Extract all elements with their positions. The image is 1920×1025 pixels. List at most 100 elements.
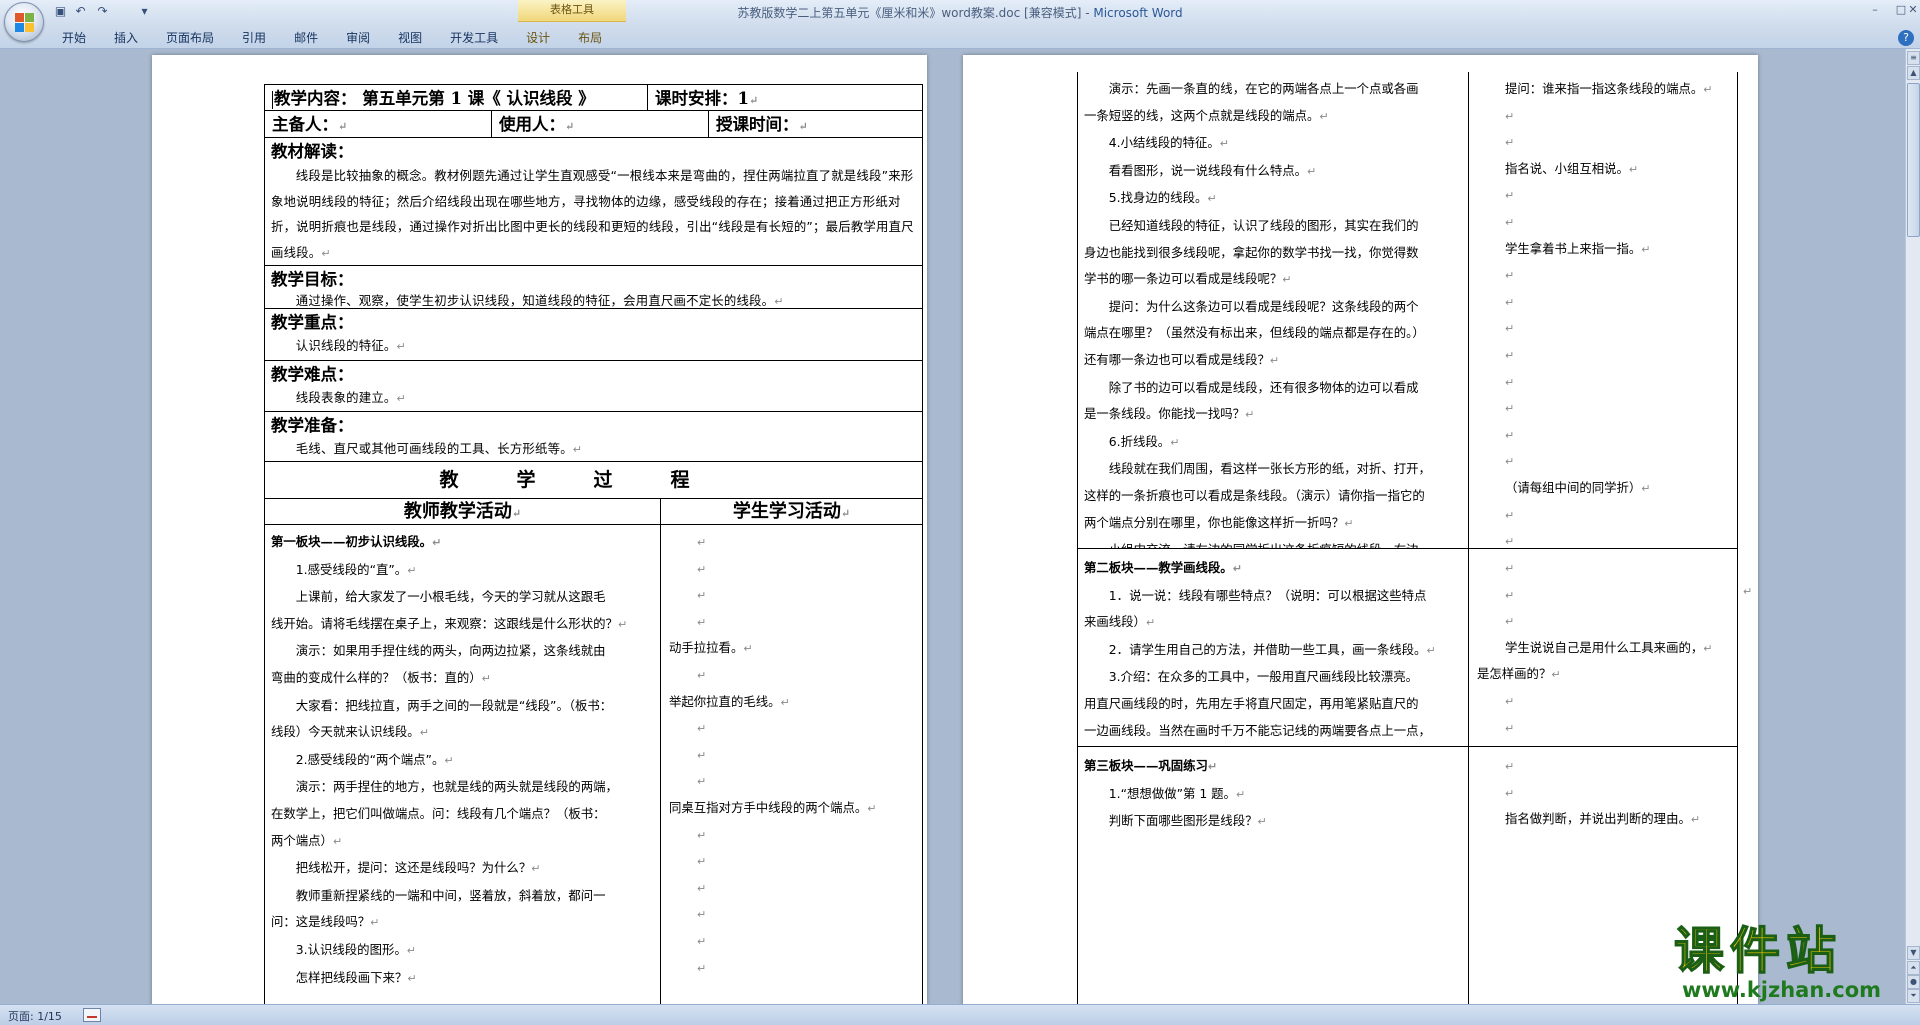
teacher-activity-line: 1.感受线段的“直”。↵ <box>295 561 417 577</box>
block3-teacher-cell[interactable]: 第三板块——巩固练习↵ 1.“想想做做”第 1 题。↵ 判断下面哪些图形是线段？↵ <box>1077 746 1469 1004</box>
student-activity-line: ↵ <box>1505 322 1515 336</box>
teacher-activity-line: 来画线段）↵ <box>1084 614 1156 630</box>
student-activity-line: ↵ <box>1505 562 1515 575</box>
student-activity-line: 是怎样画的？↵ <box>1477 666 1561 682</box>
teaching-process-title[interactable]: 教学过程 <box>264 461 923 499</box>
student-activity-line: ↵ <box>1505 615 1515 629</box>
block2-student-cell[interactable]: ↵↵↵学生说说自己是用什么工具来画的，↵是怎样画的？↵↵↵↵ <box>1468 548 1738 747</box>
teacher-activity-line: 提问：为什么这条边可以看成是线段呢？这条线段的两个 <box>1108 298 1419 314</box>
teacher-activities-cell[interactable]: 第一板块——初步认识线段。↵ 1.感受线段的“直”。↵ 上课前，给大家发了一小根毛线… <box>264 524 661 1004</box>
student-activity-line: ↵ <box>1505 760 1515 773</box>
teaching-time-cell[interactable]: 授课时间：↵ <box>708 110 923 138</box>
goal-section[interactable]: 教学目标： 通过操作、观察，使学生初步认识线段，知道线段的特征，会用直尺画不定长… <box>264 265 923 309</box>
student-activity-line: ↵ <box>1505 348 1515 362</box>
scroll-down-arrow-icon[interactable]: ▼ <box>1907 946 1920 960</box>
watermark-title: 课件站 <box>1673 921 1842 981</box>
proofing-status-icon[interactable] <box>83 1008 101 1022</box>
textbook-title: 教材解读： <box>271 142 354 161</box>
student-activity-line: 学生说说自己是用什么工具来画的，↵ <box>1505 639 1713 655</box>
preparer-cell[interactable]: 主备人：↵ <box>264 110 492 138</box>
student-activity-line: ↵ <box>697 748 707 762</box>
student-activity-line: ↵ <box>1505 402 1515 416</box>
ruler-toggle-icon[interactable]: ≡ <box>1907 51 1920 65</box>
schedule-cell[interactable]: 课时安排：1↵ <box>647 84 923 111</box>
preparation-section[interactable]: 教学准备： 毛线、直尺或其他可画线段的工具、长方形纸等。↵ <box>264 411 923 462</box>
document-page-1[interactable]: 教学内容： 第五单元第 1 课《 认识线段 》 课时安排：1↵ 主备人：↵ 使用… <box>152 55 927 1004</box>
teacher-activity-line: 1．说一说：线段有哪些特点？（说明：可以根据这些特点 <box>1108 587 1427 603</box>
block3-teacher-list: 第三板块——巩固练习↵ 1.“想想做做”第 1 题。↵ 判断下面哪些图形是线段？↵ <box>1078 753 1468 836</box>
lesson-content-cell[interactable]: 教学内容： 第五单元第 1 课《 认识线段 》 <box>264 84 648 111</box>
student-activities-cell[interactable]: ↵ ↵ ↵ ↵ 动手拉拉看。↵ ↵ 举起你拉直的毛线。↵ ↵ ↵ ↵ 同桌互指对方手中线段的两个端点… <box>660 524 923 1004</box>
student-activities-list: ↵ ↵ ↵ ↵ 动手拉拉看。↵ ↵ 举起你拉直的毛线。↵ ↵ ↵ ↵ 同桌互指对方手中线段的两个端点… <box>661 529 922 981</box>
page-count-status[interactable]: 页面: 1/15 <box>8 1008 62 1024</box>
teacher-activity-line: 一条短竖的线，这两个点就是线段的端点。↵ <box>1084 107 1329 123</box>
user-label: 使用人： <box>499 115 565 134</box>
help-icon[interactable]: ? <box>1898 30 1914 46</box>
teacher-activity-line: 看看图形，说一说线段有什么特点。↵ <box>1108 162 1317 178</box>
tab-review[interactable]: 审阅 <box>332 28 384 48</box>
tab-design[interactable]: 设计 <box>512 28 564 48</box>
document-page-2[interactable]: 演示：先画一条直的线，在它的两端各点上一个点或各画 一条短竖的线，这两个点就是线段… <box>963 55 1758 1004</box>
teacher-activity-line: 学书的哪一条边可以看成是线段呢？↵ <box>1084 271 1292 287</box>
tab-home[interactable]: 开始 <box>48 28 100 48</box>
tab-references[interactable]: 引用 <box>228 28 280 48</box>
teacher-activity-line: 在数学上，把它们叫做端点。问：线段有几个端点？（板书： <box>271 805 606 821</box>
next-page-icon[interactable]: ⏷ <box>1907 989 1920 1003</box>
document-workspace[interactable]: 教学内容： 第五单元第 1 课《 认识线段 》 课时安排：1↵ 主备人：↵ 使用… <box>0 49 1905 1004</box>
browse-object-icon[interactable]: ● <box>1907 975 1920 989</box>
tab-developer[interactable]: 开发工具 <box>436 28 512 48</box>
teacher-activity-line: 端点在哪里？（虽然没有标出来，但线段的端点都是存在的。） <box>1084 325 1425 341</box>
teacher-activity-line: 2．请学生用自己的方法，并借助一些工具，画一条线段。↵ <box>1108 641 1436 657</box>
goal-title: 教学目标： <box>271 270 354 289</box>
close-button[interactable]: ✕ <box>1906 2 1920 18</box>
teacher-column-header[interactable]: 教师教学活动↵ <box>264 498 661 525</box>
tab-mailings[interactable]: 邮件 <box>280 28 332 48</box>
student-activity-line: （请每组中间的同学折）↵ <box>1505 479 1651 495</box>
teacher-activity-line: 怎样把线段画下来？↵ <box>295 969 417 985</box>
student-activity-line: 动手拉拉看。↵ <box>669 640 753 656</box>
key-point-section[interactable]: 教学重点： 认识线段的特征。↵ <box>264 308 923 361</box>
student-activity-line: ↵ <box>1505 136 1515 150</box>
student-activity-line: ↵ <box>697 562 707 576</box>
student-activity-line: ↵ <box>1505 694 1515 708</box>
student-activity-line: 学生拿着书上来指一指。↵ <box>1505 240 1651 256</box>
teacher-activity-line: 第二板块——教学画线段。↵ <box>1084 560 1242 575</box>
teacher-activity-line: 第三板块——巩固练习↵ <box>1084 758 1218 773</box>
student-activity-line: ↵ <box>697 615 707 629</box>
teacher-activity-line: 把线松开，提问：这还是线段吗？为什么？↵ <box>295 860 541 876</box>
block1-teacher-cell[interactable]: 演示：先画一条直的线，在它的两端各点上一个点或各画 一条短竖的线，这两个点就是线段… <box>1077 72 1469 549</box>
scroll-up-arrow-icon[interactable]: ▲ <box>1907 66 1920 80</box>
student-activity-line: ↵ <box>697 855 707 869</box>
difficulty-section[interactable]: 教学难点： 线段表象的建立。↵ <box>264 360 923 412</box>
block1-student-list: 提问：谁来指一指这条线段的端点。↵ ↵ ↵ 指名说、小组互相说。↵ ↵ ↵ 学生拿着书上来指… <box>1469 76 1737 549</box>
ribbon-tabs: 开始 插入 页面布局 引用 邮件 审阅 视图 开发工具 设计 布局 <box>48 28 616 48</box>
user-cell[interactable]: 使用人：↵ <box>491 110 709 138</box>
document-title: 苏教版数学二上第五单元《厘米和米》word教案.doc [兼容模式] - <box>737 6 1094 20</box>
teacher-activity-line: 1.“想想做做”第 1 题。↵ <box>1108 785 1246 801</box>
student-activity-line: ↵ <box>1505 269 1515 283</box>
window-title: 苏教版数学二上第五单元《厘米和米》word教案.doc [兼容模式] - Mic… <box>0 4 1920 21</box>
tab-view[interactable]: 视图 <box>384 28 436 48</box>
block2-teacher-cell[interactable]: 第二板块——教学画线段。↵ 1．说一说：线段有哪些特点？（说明：可以根据这些特点来… <box>1077 548 1469 747</box>
student-activity-line: 举起你拉直的毛线。↵ <box>669 693 790 709</box>
student-activity-line: ↵ <box>1505 535 1515 549</box>
student-column-header[interactable]: 学生学习活动↵ <box>660 498 923 525</box>
watermark-url: www.kjzhan.com <box>1682 978 1882 1002</box>
previous-page-icon[interactable]: ⏶ <box>1907 961 1920 975</box>
teacher-activity-line: 问：这是线段吗？↵ <box>271 914 380 930</box>
preparation-body: 毛线、直尺或其他可画线段的工具、长方形纸等。↵ <box>295 441 583 456</box>
textbook-section[interactable]: 教材解读： 线段是比较抽象的概念。教材例题先通过让学生直观感受“一根线本来是弯曲… <box>264 137 923 266</box>
row-end-mark: ↵ <box>1743 585 1753 598</box>
vertical-scrollbar[interactable]: ≡ ▲ ▼ ⏶ ● ⏷ <box>1905 49 1920 1004</box>
teacher-activity-line: 判断下面哪些图形是线段？↵ <box>1108 813 1267 829</box>
block1-student-cell[interactable]: 提问：谁来指一指这条线段的端点。↵ ↵ ↵ 指名说、小组互相说。↵ ↵ ↵ 学生拿着书上来指… <box>1468 72 1738 549</box>
teacher-activity-line: 一边画线段。当然在画时千万不能忘记线的两端要各点上一点， <box>1084 722 1431 738</box>
tab-page-layout[interactable]: 页面布局 <box>152 28 228 48</box>
tab-layout[interactable]: 布局 <box>564 28 616 48</box>
tab-insert[interactable]: 插入 <box>100 28 152 48</box>
student-activity-line: ↵ <box>697 934 707 948</box>
scrollbar-thumb[interactable] <box>1907 83 1920 237</box>
student-activity-line: ↵ <box>1505 508 1515 522</box>
minimize-button[interactable]: – <box>1862 2 1888 18</box>
teacher-activity-line: 上课前，给大家发了一小根毛线，今天的学习就从这跟毛 <box>295 589 606 605</box>
